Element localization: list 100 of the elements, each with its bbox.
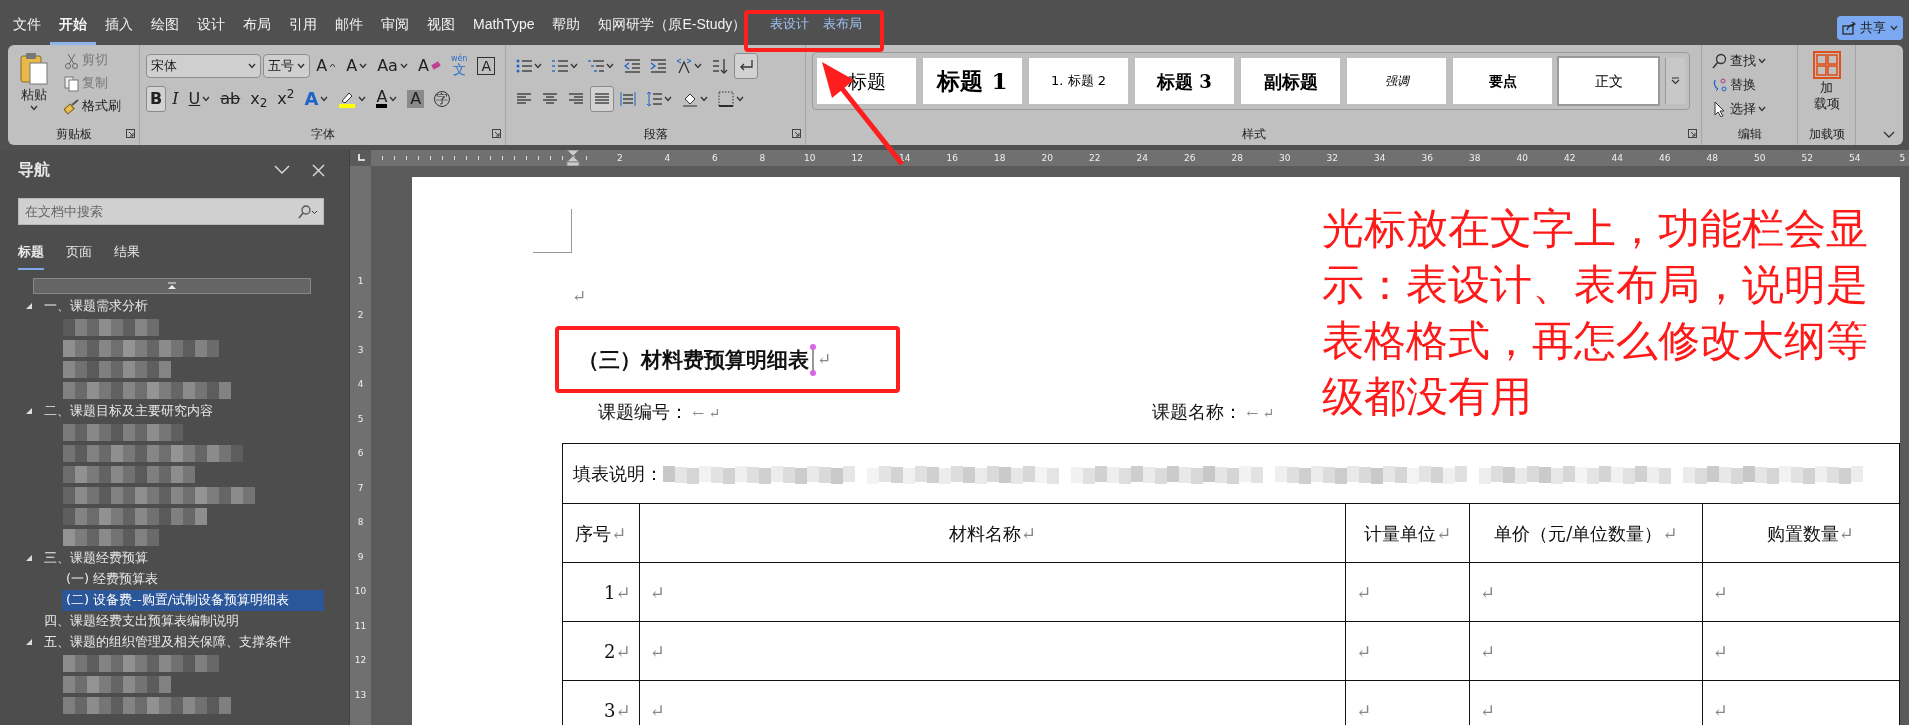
- paste-button[interactable]: 粘贴: [14, 49, 54, 121]
- show-marks-button[interactable]: [734, 52, 758, 79]
- menu-tab[interactable]: 知网研学（原E-Study）: [589, 9, 756, 45]
- style-item[interactable]: 强调: [1347, 58, 1446, 104]
- annotation-text: 光标放在文字上，功能栏会显示：表设计、表布局，说明是表格格式，再怎么修改大纲等级都没有用: [1322, 203, 1869, 423]
- underline-button[interactable]: U: [184, 85, 215, 112]
- subscript-button[interactable]: x$_{2}$: [246, 85, 272, 112]
- font-size-dropdown[interactable]: 五号: [263, 53, 311, 78]
- ruler-number: 9: [357, 550, 364, 564]
- font-color-button[interactable]: A: [372, 85, 402, 112]
- menu-tab[interactable]: 审阅: [372, 9, 418, 45]
- nav-heading[interactable]: 一、课题需求分析: [40, 295, 152, 317]
- group-label: 字体: [310, 126, 335, 143]
- pane-tab[interactable]: 结果: [114, 242, 140, 270]
- nav-heading[interactable]: 五、课题的组织管理及相关保障、支撑条件: [40, 631, 295, 653]
- char-border-button[interactable]: A: [473, 52, 499, 79]
- brush-icon: [64, 98, 80, 115]
- pane-tab[interactable]: 标题: [18, 242, 44, 270]
- sort-icon: [712, 57, 728, 74]
- menu-tab[interactable]: 设计: [188, 9, 234, 45]
- select-button[interactable]: 选择: [1708, 97, 1791, 121]
- text-cursor-icon: [809, 344, 817, 376]
- enclose-char-button[interactable]: 字: [430, 85, 455, 112]
- distribute-icon: [620, 90, 636, 107]
- group-label: 剪贴板: [55, 126, 92, 143]
- menu-tab[interactable]: 视图: [418, 9, 464, 45]
- find-button[interactable]: 查找: [1708, 49, 1791, 73]
- paragraph-mark: ↵: [817, 348, 832, 372]
- table-cell: ↵: [1469, 621, 1703, 681]
- caret-icon: [606, 62, 614, 69]
- style-item[interactable]: 1. 标题 2: [1029, 58, 1128, 104]
- italic-button[interactable]: I: [168, 85, 183, 112]
- ruler-number: 5: [357, 412, 364, 426]
- collapse-all-button[interactable]: [33, 277, 311, 294]
- menu-tab[interactable]: 文件: [4, 9, 50, 45]
- share-button[interactable]: 共享: [1837, 16, 1903, 40]
- replace-button[interactable]: 替换: [1708, 73, 1791, 97]
- pane-tab[interactable]: 页面: [66, 242, 92, 270]
- scissors-icon: [64, 52, 80, 69]
- font-name-dropdown[interactable]: 宋体: [146, 53, 261, 78]
- justify-button[interactable]: [590, 85, 614, 112]
- style-item[interactable]: 标题 3: [1135, 58, 1234, 104]
- char-shading-button[interactable]: A: [403, 85, 429, 112]
- group-label: 段落: [643, 126, 668, 143]
- column-header: 序号↵: [562, 503, 640, 563]
- menu-tab[interactable]: 邮件: [326, 9, 372, 45]
- table-cell: ↵: [1345, 621, 1470, 681]
- borders-icon: [718, 90, 734, 107]
- change-case-button[interactable]: Aa: [373, 52, 412, 79]
- menu-tab[interactable]: 帮助: [543, 9, 590, 45]
- menu-tab[interactable]: 引用: [280, 9, 326, 45]
- search-icon: [1712, 53, 1728, 69]
- clear-format-button[interactable]: A: [413, 52, 445, 79]
- nav-heading[interactable]: (二) 设备费--购置/试制设备预算明细表: [62, 589, 324, 611]
- caret-icon: [389, 95, 398, 102]
- ruler-number: 3: [357, 343, 364, 357]
- nav-heading[interactable]: 四、课题经费支出预算表编制说明: [40, 610, 243, 632]
- caret-icon: [359, 62, 368, 69]
- ruler-number: 1: [357, 274, 364, 288]
- style-item[interactable]: 要点: [1453, 58, 1552, 104]
- increase-indent-icon: [650, 57, 666, 74]
- field-label: 课题编号： ← ↵: [598, 399, 722, 424]
- nav-heading[interactable]: 三、课题经费预算: [40, 547, 152, 569]
- share-icon: [1842, 21, 1856, 35]
- heading-text: （三）材料费预算明细表: [578, 346, 809, 375]
- menu-tab[interactable]: MathType: [464, 9, 544, 45]
- collapse-up-icon: [167, 281, 177, 290]
- nav-heading[interactable]: (一) 经费预算表: [62, 568, 163, 590]
- copy-icon: [64, 75, 80, 92]
- table-cell-text: 填表说明：: [573, 462, 663, 486]
- gallery-more-button[interactable]: [1665, 58, 1685, 104]
- grow-font-button[interactable]: A: [312, 52, 341, 79]
- caret-icon: [248, 62, 256, 69]
- more-icon: [1671, 77, 1680, 85]
- format-painter-button[interactable]: 格式刷: [60, 95, 133, 118]
- bold-button[interactable]: B: [146, 85, 167, 112]
- nav-heading[interactable]: 二、课题目标及主要研究内容: [40, 400, 217, 422]
- ruler-number: 8: [357, 516, 364, 529]
- group-label: 样式: [1241, 126, 1266, 143]
- menu-tab[interactable]: 表设计: [763, 9, 817, 45]
- style-item[interactable]: 标题 1: [923, 58, 1022, 104]
- justify-icon: [594, 90, 610, 107]
- ruler-number: 7: [357, 481, 364, 495]
- strikethrough-button[interactable]: ab: [216, 85, 245, 112]
- align-left-icon: [516, 90, 532, 107]
- caret-up-icon: [329, 63, 337, 68]
- addins-button[interactable]: 加 载项: [1808, 49, 1845, 121]
- menu-tab[interactable]: 绘图: [142, 9, 188, 45]
- table-cell: 2↵: [562, 621, 640, 681]
- style-item[interactable]: 正文: [1559, 58, 1658, 104]
- ruler-number: 10: [354, 585, 367, 598]
- menu-tab[interactable]: 表布局: [816, 9, 870, 45]
- table-cell: ↵: [1702, 621, 1900, 681]
- style-item[interactable]: 副标题: [1241, 58, 1340, 104]
- menu-tab[interactable]: 插入: [96, 9, 142, 45]
- ruler-number: 12: [354, 654, 367, 667]
- multilevel-list-icon: [588, 57, 604, 74]
- menu-tab[interactable]: 布局: [234, 9, 280, 45]
- superscript-button[interactable]: x$^{2}$: [273, 85, 299, 112]
- shrink-font-button[interactable]: A: [342, 52, 372, 79]
